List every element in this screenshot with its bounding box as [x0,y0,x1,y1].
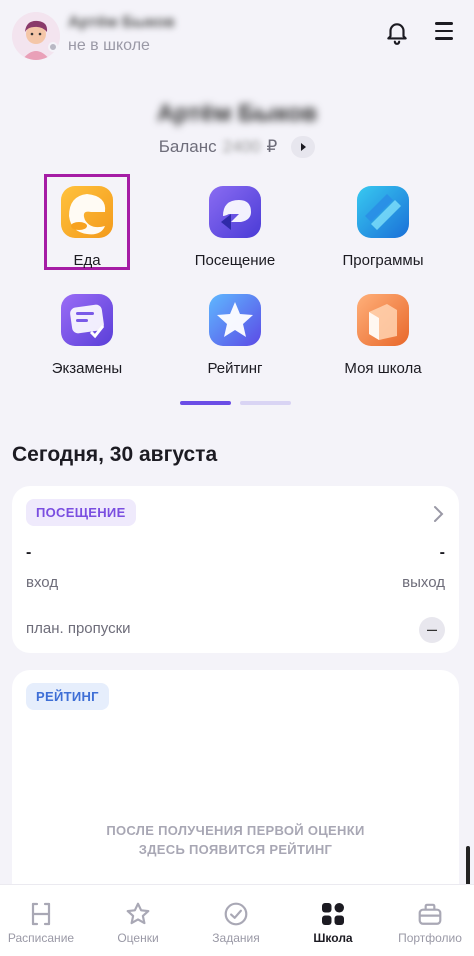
tab-grades[interactable]: Оценки [91,885,185,956]
rating-pill: РЕЙТИНГ [26,683,109,710]
attendance-icon [209,186,261,238]
food-icon [61,186,113,238]
school-icon [357,294,409,346]
bell-icon[interactable] [384,20,410,46]
today-title: Сегодня, 30 августа [12,443,218,466]
tile-label: Еда [73,252,101,269]
tile-label: Рейтинг [207,360,263,377]
tile-label: Моя школа [344,360,422,377]
tab-portfolio[interactable]: Портфолио [383,885,474,956]
planned-absences-label: план. пропуски [26,620,131,637]
status-dot [48,42,58,52]
exit-value: - [439,544,445,561]
tab-school[interactable]: Школа [286,885,380,956]
tab-label: Портфолио [398,931,462,945]
attendance-card[interactable]: ПОСЕЩЕНИЕ - - вход выход план. пропуски … [12,486,459,653]
tile-my-school[interactable]: Моя школа [313,286,453,377]
tile-programs[interactable]: Программы [313,178,453,269]
chevron-right-icon[interactable] [431,504,445,524]
tab-label: Школа [313,931,353,945]
user-status: не в школе [68,37,150,54]
balance-amount: 2400 [222,137,261,156]
tile-food[interactable]: Еда [17,178,157,269]
exit-label: выход [402,574,445,591]
exams-icon [61,294,113,346]
balance-play-button[interactable] [291,136,316,158]
rating-icon [209,294,261,346]
schedule-icon [28,901,54,927]
check-circle-icon [223,901,249,927]
programs-icon [357,186,409,238]
tile-label: Программы [342,252,424,269]
currency-symbol: ₽ [266,137,278,156]
top-header: Артём Быков не в школе [0,0,474,68]
tile-exams[interactable]: Экзамены [17,286,157,377]
tab-label: Оценки [117,931,159,945]
balance-row: Баланс 2400 ₽ [0,136,474,158]
pager-dot[interactable] [240,401,291,405]
star-icon [125,901,151,927]
planned-absences-value: – [419,617,445,643]
bottom-tab-bar: Расписание Оценки Задания Школа Портфоли… [0,884,474,956]
grid-icon [320,901,346,927]
tile-attendance[interactable]: Посещение [165,178,305,269]
entry-value: - [26,544,32,561]
menu-icon[interactable] [435,22,461,44]
entry-label: вход [26,574,59,591]
profile-name: Артём Быков [156,100,318,127]
tile-label: Посещение [194,252,276,269]
rating-empty-line-1: ПОСЛЕ ПОЛУЧЕНИЯ ПЕРВОЙ ОЦЕНКИ [106,823,365,838]
tab-label: Задания [212,931,260,945]
rating-card[interactable]: РЕЙТИНГ ПОСЛЕ ПОЛУЧЕНИЯ ПЕРВОЙ ОЦЕНКИ ЗД… [12,670,459,910]
pager-dot-active[interactable] [180,401,231,405]
tab-schedule[interactable]: Расписание [0,885,88,956]
user-name: Артём Быков [68,14,175,31]
balance-label: Баланс [158,137,217,156]
tab-label: Расписание [7,931,75,945]
briefcase-icon [417,901,443,927]
avatar[interactable] [12,12,60,60]
rating-empty-line-2: ЗДЕСЬ ПОЯВИТСЯ РЕЙТИНГ [138,842,333,857]
attendance-pill: ПОСЕЩЕНИЕ [26,499,136,526]
tile-label: Экзамены [51,360,123,377]
tile-rating[interactable]: Рейтинг [165,286,305,377]
tab-tasks[interactable]: Задания [189,885,283,956]
